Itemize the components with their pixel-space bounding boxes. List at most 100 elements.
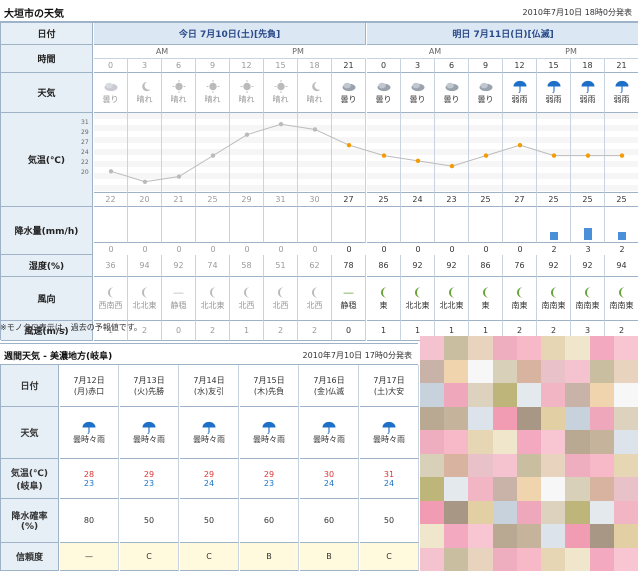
temp-value: 21 <box>162 193 196 207</box>
sun-icon <box>238 80 256 93</box>
weather-cell: 晴れ <box>230 73 264 113</box>
wind-dir-cell: ❨ 南南東 <box>571 277 605 321</box>
temp-chart-cell <box>571 113 605 193</box>
temp-axis-tick: 27 <box>81 139 89 146</box>
ampm-label: AM <box>367 45 503 59</box>
weekly-weather: 曇時々雨 <box>120 407 179 459</box>
hour-cell: 12 <box>503 59 537 73</box>
ampm-label: PM <box>503 45 638 59</box>
temp-value: 29 <box>230 193 264 207</box>
hour-cell: 3 <box>128 59 162 73</box>
precip-value: 0 <box>449 244 455 254</box>
temp-chart-cell <box>332 113 366 193</box>
precip-value: 0 <box>312 244 318 254</box>
precip-cell <box>469 207 503 243</box>
weekly-temp: 31 24 <box>360 459 419 499</box>
weekly-reliability: C <box>120 543 179 571</box>
weather-text: 曇り <box>443 95 460 104</box>
humidity-cell: 86 <box>469 255 503 277</box>
cloudy-icon <box>477 80 495 93</box>
temp-axis-tick: 20 <box>81 169 89 176</box>
temp-value: 23 <box>435 193 469 207</box>
row-label-humidity: 湿度(%) <box>1 255 93 277</box>
precip-value: 0 <box>517 244 523 254</box>
hour-cell: 9 <box>469 59 503 73</box>
weekly-reliability: B <box>240 543 299 571</box>
precip-value: 0 <box>108 244 114 254</box>
precip-cell <box>128 207 162 243</box>
weekly-weather: 曇時々雨 <box>180 407 239 459</box>
wind-dir-text: 南東 <box>511 301 528 310</box>
row-label-date: 日付 <box>1 23 93 45</box>
temp-chart-cell <box>128 113 162 193</box>
weather-text: 晴れ <box>272 95 289 104</box>
weather-text: 晴れ <box>238 95 255 104</box>
wind-dir-text: 南南東 <box>541 301 566 310</box>
wind-arrow-icon: ❨ <box>514 286 525 299</box>
wind-speed-cell: 2 <box>196 321 230 341</box>
wind-dir-cell: ❨ 南南東 <box>537 277 571 321</box>
precip-bar <box>584 228 592 240</box>
wind-dir-text: 東 <box>481 301 490 310</box>
weekly-day-header: 7月13日 (火)先勝 <box>120 365 179 407</box>
weekly-day-header: 7月14日 (水)友引 <box>180 365 239 407</box>
temp-value: 25 <box>605 193 638 207</box>
weather-cell: 曇り <box>367 73 401 113</box>
temp-chart-cell <box>435 113 469 193</box>
wind-dir-cell: ❨ 北北東 <box>128 277 162 321</box>
wind-dir-cell: ❨ 南南東 <box>605 277 638 321</box>
precip-cell <box>94 207 128 243</box>
today-header: 今日 7月10日(土)[先負] <box>94 23 366 45</box>
temp-axis-tick: 29 <box>81 129 89 136</box>
wind-dir-cell: — 静穏 <box>332 277 366 321</box>
weekly-reliability: C <box>180 543 239 571</box>
wind-dir-cell: ❨ 東 <box>367 277 401 321</box>
cloud-rain-icon <box>200 421 218 434</box>
humidity-cell: 74 <box>196 255 230 277</box>
weekly-pop: 50 <box>120 499 179 543</box>
weather-text: 弱雨 <box>545 95 562 104</box>
temp-value: 25 <box>469 193 503 207</box>
cloudy-icon <box>375 80 393 93</box>
humidity-cell: 92 <box>401 255 435 277</box>
weather-cell: 晴れ <box>162 73 196 113</box>
cloudy-icon <box>340 80 358 93</box>
temp-chart-cell <box>162 113 196 193</box>
wind-dir-cell: — 静穏 <box>162 277 196 321</box>
humidity-cell: 36 <box>94 255 128 277</box>
hour-cell: 3 <box>401 59 435 73</box>
row-label-wind-dir: 風向 <box>1 277 93 321</box>
weekly-label-temp: 気温(℃) (岐阜) <box>1 459 59 499</box>
precip-cell <box>605 207 638 243</box>
humidity-cell: 76 <box>503 255 537 277</box>
moon-icon <box>136 80 154 93</box>
weather-text: 晴れ <box>136 95 153 104</box>
weather-cell: 晴れ <box>264 73 298 113</box>
humidity-cell: 92 <box>537 255 571 277</box>
page-title: 大垣市の天気 <box>4 9 64 20</box>
hour-cell: 12 <box>230 59 264 73</box>
weather-text: 曇り <box>477 95 494 104</box>
hour-cell: 15 <box>537 59 571 73</box>
hour-cell: 15 <box>264 59 298 73</box>
precip-value: 0 <box>483 244 489 254</box>
cloud-rain-icon <box>380 421 398 434</box>
wind-dir-cell: ❨ 北北東 <box>435 277 469 321</box>
wind-arrow-icon: ❨ <box>582 286 593 299</box>
precip-cell <box>196 207 230 243</box>
weather-cell: 晴れ <box>298 73 332 113</box>
wind-dir-cell: ❨ 北西 <box>298 277 332 321</box>
precip-cell <box>503 207 537 243</box>
tomorrow-header: 明日 7月11日(日)[仏滅] <box>367 23 638 45</box>
page-header: 大垣市の天気 2010年7月10日 18時0分発表 <box>0 0 638 22</box>
hour-cell: 6 <box>435 59 469 73</box>
hour-cell: 0 <box>94 59 128 73</box>
precip-value: 0 <box>142 244 148 254</box>
ad-image-placeholder[interactable] <box>420 336 638 571</box>
hour-cell: 21 <box>332 59 366 73</box>
wind-dir-cell: ❨ 北西 <box>264 277 298 321</box>
rain-icon <box>613 80 631 93</box>
weekly-label-pop: 降水確率 (%) <box>1 499 59 543</box>
temp-chart-cell <box>264 113 298 193</box>
weather-cell: 弱雨 <box>503 73 537 113</box>
